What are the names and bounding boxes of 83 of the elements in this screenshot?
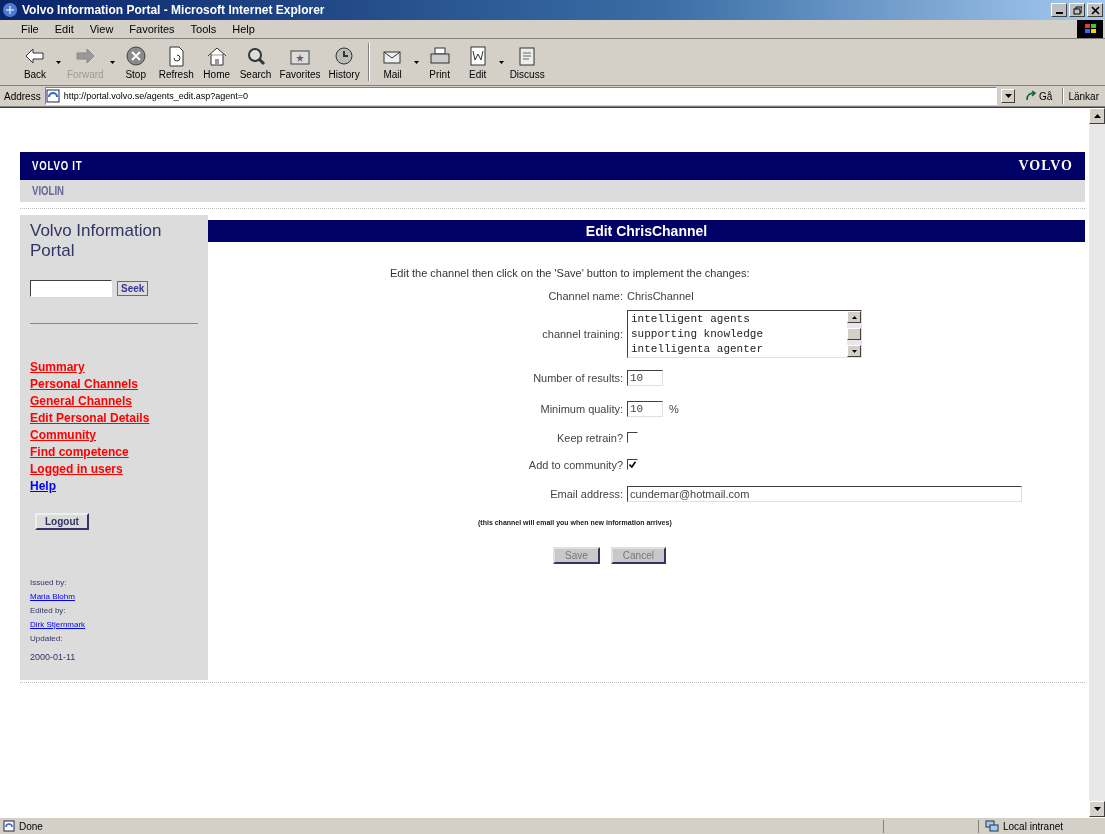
checkbox[interactable] <box>627 459 638 470</box>
search-field[interactable] <box>30 280 112 297</box>
meta-label: Updated: <box>30 633 63 645</box>
links-label[interactable]: Länkar <box>1068 90 1105 102</box>
author-link[interactable]: Maria Blohm <box>30 590 75 604</box>
go-arrow-icon <box>1025 90 1038 102</box>
caret-icon[interactable] <box>498 60 504 64</box>
list-item[interactable]: intelligenta agenter <box>631 342 764 357</box>
toolbar-button[interactable]: Mail <box>373 39 412 85</box>
scrollbar[interactable] <box>847 311 861 357</box>
menu-item[interactable]: Edit <box>47 22 81 36</box>
minimize-button[interactable] <box>1051 3 1067 17</box>
toolbar-button[interactable]: Refresh <box>154 39 198 85</box>
address-label: Address <box>4 90 41 102</box>
check-icon <box>629 461 636 468</box>
subtitle: VIOLIN <box>32 184 64 198</box>
number-field[interactable]: 10 <box>627 400 663 417</box>
menu-item[interactable]: File <box>14 22 46 36</box>
email-field[interactable]: cundemar@hotmail.com <box>627 485 1022 502</box>
logout-button[interactable]: Logout <box>35 513 89 530</box>
brand-name: VOLVO IT <box>32 159 83 173</box>
field-label: Number of results: <box>533 371 623 384</box>
menu-item[interactable]: Tools <box>183 22 224 36</box>
toolbar-button[interactable]: History <box>324 39 364 85</box>
address-url: http://portal.volvo.se/agents_edit.asp?agent=0 <box>63 91 249 101</box>
toolbar-button[interactable]: Discuss <box>505 39 549 85</box>
author-link[interactable]: Dirk Stjernmark <box>30 618 86 632</box>
training-list[interactable]: intelligent agents supporting knowledge intelligenta agenter <box>627 310 862 358</box>
dropdown-button[interactable] <box>1001 89 1016 103</box>
toolbar-button[interactable]: Stop <box>116 39 155 85</box>
restore-icon <box>1072 5 1082 15</box>
flag-logo-icon <box>1077 20 1103 38</box>
sidebar-title: Volvo Information Portal <box>30 221 163 261</box>
up-arrow-icon <box>1093 114 1101 118</box>
list-item[interactable]: intelligent agents <box>631 312 750 327</box>
caret-icon <box>1004 94 1012 98</box>
number-field[interactable]: 10 <box>627 369 663 386</box>
down-arrow-icon <box>851 349 857 353</box>
down-arrow-icon <box>1093 807 1101 811</box>
toolbar-button[interactable]: Favorites <box>275 39 325 85</box>
scrollbar[interactable] <box>1089 108 1105 817</box>
meta-label: Edited by: <box>30 605 66 617</box>
intro-text: Edit the channel then click on the 'Save' button to implement the changes: <box>390 267 750 279</box>
back-button[interactable]: Back <box>16 39 54 85</box>
unit-label: % <box>669 402 679 415</box>
window-title: Volvo Information Portal - Microsoft Internet Explorer <box>22 3 326 17</box>
toolbar-button[interactable]: Print <box>420 39 459 85</box>
go-button[interactable]: Gå <box>1019 90 1059 102</box>
menu-item[interactable]: View <box>82 22 121 36</box>
toolbar-button[interactable]: Search <box>235 39 276 85</box>
minimize-icon <box>1055 12 1063 14</box>
field-label: Email address: <box>550 487 623 500</box>
browser-icon <box>2 2 18 18</box>
close-button[interactable] <box>1087 3 1103 17</box>
field-label: Add to community? <box>528 458 623 471</box>
toolbar-button[interactable]: Edit <box>458 39 497 85</box>
field-value: ChrisChannel <box>627 289 694 302</box>
status-text: Done <box>19 820 43 832</box>
printer-icon <box>427 44 452 67</box>
logo-text: VOLVO <box>1018 158 1073 174</box>
list-item[interactable]: supporting knowledge <box>631 327 764 342</box>
nav-link[interactable]: Help <box>30 478 56 495</box>
caret-icon[interactable] <box>56 60 61 64</box>
updated-date: 2000-01-11 <box>30 651 76 664</box>
field-label: channel training: <box>542 328 623 340</box>
stop-icon <box>123 44 148 67</box>
restore-button[interactable] <box>1069 3 1085 17</box>
network-icon <box>985 820 999 832</box>
field-label: Channel name: <box>548 289 623 302</box>
close-icon <box>1090 5 1100 15</box>
menu-item[interactable]: Help <box>225 22 262 36</box>
page-heading: Edit ChrisChannel <box>208 220 1085 242</box>
up-arrow-icon <box>851 315 857 319</box>
toolbar-button[interactable]: Home <box>197 39 236 85</box>
meta-label: Issued by: <box>30 577 67 589</box>
menu-item[interactable]: Favorites <box>122 22 182 36</box>
page-icon <box>45 89 60 103</box>
caret-icon[interactable] <box>413 60 419 64</box>
seek-button[interactable]: Seek <box>117 281 149 296</box>
field-label: Keep retrain? <box>556 431 623 444</box>
address-field[interactable]: http://portal.volvo.se/agents_edit.asp?agent=0 <box>44 87 998 105</box>
field-label: Minimum quality: <box>540 402 623 415</box>
zone-text: Local intranet <box>1003 820 1064 832</box>
